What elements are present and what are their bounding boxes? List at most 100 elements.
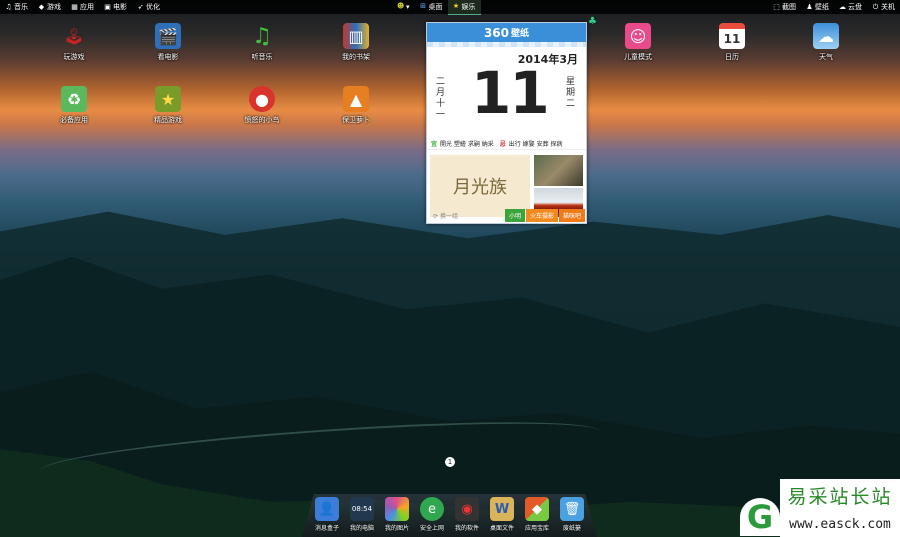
desktop-icon-calendar[interactable]: 11 日历: [702, 23, 762, 62]
category-button-3[interactable]: 猫咪吧: [558, 209, 585, 222]
apps-icon: ▦: [71, 2, 78, 11]
topbar-item-movies[interactable]: ▣ 电影: [99, 0, 132, 14]
books-icon: ▥: [343, 23, 369, 49]
dock-label: 安全上网: [419, 525, 444, 532]
desktop-icon-watch-movies[interactable]: 🎬 看电影: [138, 23, 198, 62]
desktop-icon-bookshelf[interactable]: ▥ 我的书架: [326, 23, 386, 62]
watermark-title: 易采站长站: [780, 479, 900, 512]
watermark-logo: G: [740, 498, 780, 536]
desktop-icon-label: 听音乐: [251, 53, 273, 61]
topbar-item-skin[interactable]: ☻ ▾: [392, 0, 415, 14]
topbar-label: 截图: [782, 3, 796, 11]
dock-item-my-pictures[interactable]: 我的图片: [382, 497, 413, 537]
calendar-widget: 360 壁纸 2014年3月 二月十一 11 星期二 宜 開光 塑繪 求嗣 納采…: [426, 22, 587, 224]
safe-browser-icon: e: [420, 497, 444, 521]
tab-desktop[interactable]: ⊞ 桌面: [415, 0, 448, 14]
weekday: 星期二: [566, 77, 576, 109]
dock-label: 消息盒子: [314, 525, 339, 532]
child-face-icon: ☺: [625, 23, 651, 49]
dock-item-trash[interactable]: 🗑 废纸篓: [557, 497, 588, 537]
topbar-item-apps[interactable]: ▦ 应用: [66, 0, 99, 14]
desktop-icon-label: 儿童模式: [624, 53, 652, 61]
desktop-icon-label: 必备应用: [60, 116, 88, 124]
tab-label: 桌面: [428, 2, 443, 11]
category-button-2[interactable]: 火车摄影: [525, 209, 558, 222]
wallpaper-thumbnails: 月光族: [427, 150, 586, 217]
desktop-icon-kids-mode[interactable]: ☺ 儿童模式: [608, 23, 668, 62]
desktop-icon-label: 我的书架: [342, 53, 370, 61]
desktop-icon-listen-music[interactable]: ♫ 听音乐: [232, 23, 292, 62]
topbar-label: 音乐: [14, 3, 28, 11]
music-note-icon: ♫: [252, 23, 272, 49]
top-menu-bar: ♫ 音乐 ◆ 游戏 ▦ 应用 ▣ 电影 ➶ 优化 ☻ ▾ ⊞ 桌面 ★ 娱乐 ⬚ 截图 ♟ 壁纸 ☁…: [0, 0, 900, 15]
topbar-label: 电影: [113, 3, 127, 11]
wallpaper-thumb-dog[interactable]: [534, 155, 583, 186]
yi-items: 開光 塑繪 求嗣 納采: [440, 140, 494, 148]
topbar-item-wallpaper[interactable]: ♟ 壁纸: [801, 0, 834, 14]
dock-label: 我的软件: [454, 525, 479, 532]
topbar-label: 应用: [80, 3, 94, 11]
dock-item-my-software[interactable]: ◉ 我的软件: [452, 497, 483, 537]
power-icon: ⏻: [872, 2, 879, 11]
category-button-1[interactable]: 小明: [504, 209, 525, 222]
trash-can-icon: 🗑: [560, 497, 584, 521]
ji-label: 忌: [499, 140, 506, 148]
desktop-icon-weather[interactable]: ☁ 天气: [796, 23, 856, 62]
lunar-date: 二月十一: [436, 77, 446, 120]
widget-pin-icon[interactable]: ♣: [588, 16, 597, 28]
rocket-icon: ➶: [137, 2, 144, 11]
topbar-item-screenshot[interactable]: ⬚ 截图: [768, 0, 801, 14]
star-person-icon: ★: [452, 2, 460, 10]
dock-item-message-box[interactable]: 👤 消息盒子: [312, 497, 343, 537]
tab-entertainment[interactable]: ★ 娱乐: [447, 0, 481, 15]
refresh-set-button[interactable]: ⟳ 换一组: [427, 211, 505, 220]
brand-subtitle: 壁纸: [511, 29, 530, 39]
dock-label: 废纸篓: [562, 525, 581, 532]
desktop-icon-label: 愤怒的小鸟: [244, 116, 280, 124]
dock-label: 应用宝库: [524, 525, 549, 532]
joystick-icon: 🕹: [63, 26, 85, 46]
desktop-icon-play-games[interactable]: 🕹 玩游戏: [44, 23, 104, 62]
carrot-game-icon: ▲: [343, 86, 369, 112]
film-icon: ▣: [104, 2, 111, 11]
wallpaper-thumb-text: 月光族: [453, 177, 507, 198]
topbar-right-group: ⬚ 截图 ♟ 壁纸 ☁ 云盘 ⏻ 关机: [768, 0, 900, 14]
weather-icon: ☁: [813, 23, 839, 49]
desktop-icon-carrot-fantasy[interactable]: ▲ 保卫萝卜: [326, 86, 386, 125]
calendar-footer: ⟳ 换一组 小明 火车摄影 猫咪吧: [427, 208, 586, 223]
topbar-left-group: ♫ 音乐 ◆ 游戏 ▦ 应用 ▣ 电影 ➶ 优化: [0, 0, 165, 14]
topbar-item-cloud[interactable]: ☁ 云盘: [834, 0, 867, 14]
calendar-icon: 11: [719, 23, 745, 49]
tab-label: 娱乐: [461, 2, 476, 11]
dock-label: 我的电脑: [349, 525, 374, 532]
site-watermark: G 易采站长站 www.easck.com: [738, 479, 900, 537]
topbar-item-optimize[interactable]: ➶ 优化: [132, 0, 165, 14]
topbar-label: 游戏: [47, 3, 61, 11]
desktop-icon-label: 天气: [819, 53, 833, 61]
tshirt-icon: ♟: [806, 2, 813, 11]
bottom-dock: 👤 消息盒子 08:54 我的电脑 我的图片 e 安全上网 ◉ 我的软件 W 桌…: [302, 494, 597, 537]
dock-label: 我的图片: [384, 525, 409, 532]
clapperboard-icon: 🎬: [155, 23, 181, 49]
dock-item-my-computer[interactable]: 08:54 我的电脑: [347, 497, 378, 537]
desktop-icon-featured-games[interactable]: ★ 精品游戏: [138, 86, 198, 125]
recycle-bag-icon: ♻: [61, 86, 87, 112]
dock-item-desktop-files[interactable]: W 桌面文件: [487, 497, 518, 537]
page-indicator[interactable]: 1: [445, 457, 455, 467]
smiley-icon: ☻: [397, 2, 405, 10]
topbar-mode-switch: ☻ ▾ ⊞ 桌面 ★ 娱乐: [392, 0, 481, 15]
dock-item-app-store[interactable]: ◆ 应用宝库: [522, 497, 553, 537]
topbar-label: 云盘: [848, 3, 862, 11]
almanac-row: 宜 開光 塑繪 求嗣 納采 忌 出行 嫁娶 安葬 探病: [427, 137, 586, 150]
ji-items: 出行 嫁娶 安葬 探病: [508, 140, 563, 148]
software-icon: ◉: [455, 497, 479, 521]
topbar-item-shutdown[interactable]: ⏻ 关机: [867, 0, 900, 14]
topbar-label: 壁纸: [815, 3, 829, 11]
calendar-header: 360 壁纸: [427, 23, 586, 42]
topbar-item-music[interactable]: ♫ 音乐: [0, 0, 33, 14]
yi-label: 宜: [431, 140, 438, 148]
dock-item-safe-browsing[interactable]: e 安全上网: [417, 497, 448, 537]
desktop-icon-angry-birds[interactable]: ● 愤怒的小鸟: [232, 86, 292, 125]
topbar-item-games[interactable]: ◆ 游戏: [33, 0, 66, 14]
desktop-icon-essential-apps[interactable]: ♻ 必备应用: [44, 86, 104, 125]
